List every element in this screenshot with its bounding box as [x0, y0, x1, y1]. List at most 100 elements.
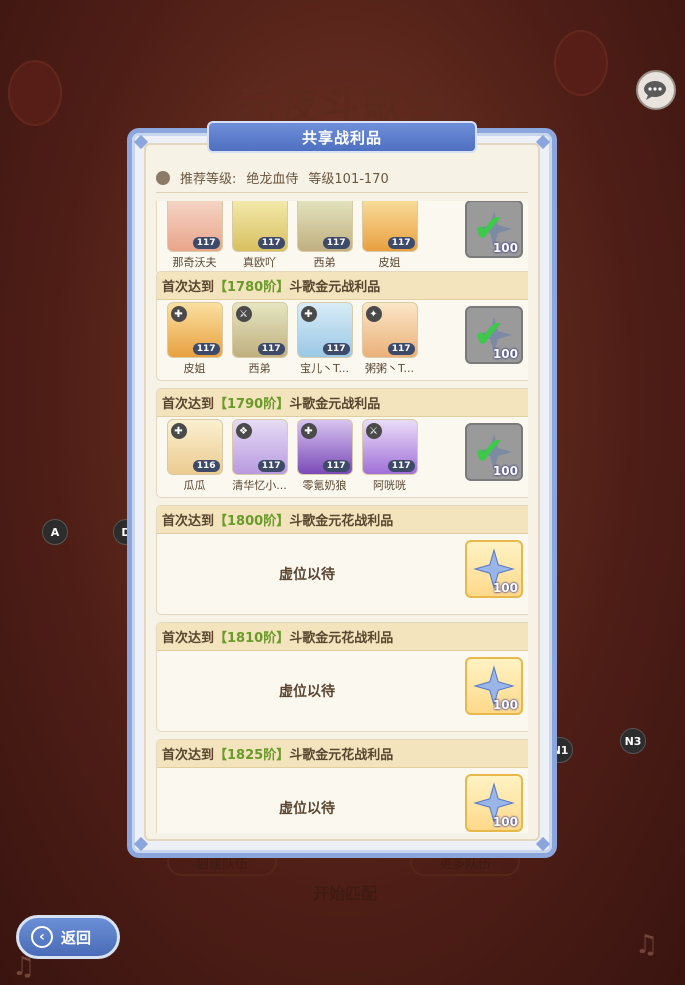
member-name: 西弟 [313, 256, 336, 269]
chat-button[interactable] [636, 70, 676, 110]
team-member[interactable]: 117 西弟 [295, 201, 354, 270]
map-marker-a[interactable]: A [42, 519, 68, 545]
tier-rank: 【1790阶】 [214, 397, 290, 412]
member-name: 宝儿丶T... [300, 362, 349, 375]
tier-rank: 【1825阶】 [214, 748, 290, 763]
loot-tier-card: 首次达到 【1810阶】 斗歌金元花战利品 虚位以待 100 [156, 622, 528, 732]
tier-rank: 【1780阶】 [214, 280, 290, 295]
team-member[interactable]: ✚ 117 皮姐 [165, 302, 224, 376]
header-prefix: 首次达到 [162, 397, 215, 412]
team-member[interactable]: ⚔ 117 西弟 [230, 302, 289, 376]
reward-item[interactable]: 100 [465, 774, 523, 832]
reward-quantity: 100 [492, 698, 518, 712]
avatar: ⚔ 117 [231, 302, 288, 358]
header-suffix: 斗歌金元战利品 [289, 280, 381, 295]
loot-tier-card: 117 那奇沃夫 117 真欧吖 117 西弟 117 皮姐 ✔ 100 [156, 201, 528, 275]
class-sword-icon: ⚔ [365, 423, 382, 439]
header-suffix: 斗歌金元战利品 [289, 397, 381, 412]
level-badge: 117 [322, 237, 350, 249]
level-badge: 117 [322, 460, 350, 472]
class-claw-icon: ❖ [235, 423, 252, 439]
team-member[interactable]: 117 那奇沃夫 [165, 201, 224, 270]
team-member[interactable]: ✦ 117 粥粥丶T... [360, 302, 419, 376]
moon-icon [156, 170, 170, 185]
team-member[interactable]: 117 皮姐 [360, 201, 419, 270]
start-match-button: 开始匹配 [312, 884, 377, 903]
loot-tier-card: 首次达到 【1790阶】 斗歌金元战利品 ✚ 116 瓜瓜 ❖ 117 清华忆小… [156, 388, 528, 498]
reward-item[interactable]: ✔ 100 [465, 201, 523, 258]
member-name: 清华忆小... [232, 479, 287, 492]
class-shield-icon: ✚ [170, 423, 187, 439]
member-name: 西弟 [248, 362, 271, 375]
avatar: ✚ 116 [166, 419, 223, 475]
reward-item[interactable]: 100 [465, 657, 523, 715]
vacancy-text: 虚位以待 [279, 801, 335, 817]
header-prefix: 首次达到 [162, 514, 215, 529]
avatar: 117 [231, 201, 288, 252]
team-member[interactable]: ❖ 117 清华忆小... [230, 419, 289, 493]
level-badge: 117 [257, 237, 285, 249]
dialog-content: 推荐等级: 绝龙血侍 等级101-170 117 那奇沃夫 117 真欧吖 11… [144, 143, 540, 841]
loot-tier-list[interactable]: 117 那奇沃夫 117 真欧吖 117 西弟 117 皮姐 ✔ 100 首次达… [156, 201, 528, 833]
member-name: 瓜瓜 [183, 479, 206, 492]
team-member[interactable]: ⚔ 117 阿咣咣 [360, 419, 419, 493]
reward-quantity: 100 [492, 347, 518, 361]
reward-quantity: 100 [492, 241, 518, 255]
header-suffix: 斗歌金元花战利品 [289, 631, 394, 646]
team-member[interactable]: ✚ 117 零氪奶狼 [295, 419, 354, 493]
avatar: 117 [361, 201, 418, 252]
level-badge: 117 [192, 237, 220, 249]
header-prefix: 首次达到 [162, 748, 215, 763]
vacancy-text: 虚位以待 [279, 684, 335, 700]
level-badge: 117 [192, 343, 220, 355]
avatar: ✦ 117 [361, 302, 418, 358]
recommended-label: 推荐等级: [180, 172, 237, 187]
class-shield-icon: ✚ [300, 306, 317, 322]
member-name: 粥粥丶T... [365, 362, 414, 375]
map-marker-n3[interactable]: N3 [620, 728, 646, 754]
level-badge: 116 [192, 460, 220, 472]
team-member[interactable]: 117 真欧吖 [230, 201, 289, 270]
avatar: ⚔ 117 [361, 419, 418, 475]
chat-bubbles-icon [644, 81, 666, 100]
level-badge: 117 [322, 343, 350, 355]
loot-tier-card: 首次达到 【1800阶】 斗歌金元花战利品 虚位以待 100 [156, 505, 528, 615]
avatar: ✚ 117 [166, 302, 223, 358]
back-arrow-icon: ‹ [31, 926, 53, 948]
recommended-levels: 等级101-170 [308, 172, 389, 187]
loot-tier-card: 首次达到 【1825阶】 斗歌金元花战利品 虚位以待 100 [156, 739, 528, 833]
member-name: 皮姐 [378, 256, 401, 269]
reward-item[interactable]: ✔ 100 [465, 306, 523, 364]
tier-header: 首次达到 【1780阶】 斗歌金元战利品 [157, 272, 528, 300]
header-prefix: 首次达到 [162, 631, 215, 646]
class-shield-icon: ✚ [300, 423, 317, 439]
level-badge: 117 [387, 237, 415, 249]
tier-header: 首次达到 【1800阶】 斗歌金元花战利品 [157, 506, 528, 534]
level-badge: 117 [387, 460, 415, 472]
team-member[interactable]: ✚ 116 瓜瓜 [165, 419, 224, 493]
loot-tier-card: 首次达到 【1780阶】 斗歌金元战利品 ✚ 117 皮姐 ⚔ 117 西弟 ✚… [156, 271, 528, 381]
avatar: ❖ 117 [231, 419, 288, 475]
class-star-icon: ✦ [365, 306, 382, 322]
reward-item[interactable]: ✔ 100 [465, 423, 523, 481]
member-name: 阿咣咣 [373, 479, 406, 492]
team-member[interactable]: ✚ 117 宝儿丶T... [295, 302, 354, 376]
tier-header: 首次达到 【1810阶】 斗歌金元花战利品 [157, 623, 528, 651]
recommended-level-row: 推荐等级: 绝龙血侍 等级101-170 [156, 163, 528, 193]
reward-quantity: 100 [492, 815, 518, 829]
avatar: 117 [166, 201, 223, 252]
music-note-icon: ♫ [635, 930, 659, 960]
tier-rank: 【1800阶】 [214, 514, 290, 529]
back-button[interactable]: ‹ 返回 [16, 915, 120, 959]
avatar: 117 [296, 201, 353, 252]
avatar: ✚ 117 [296, 419, 353, 475]
level-badge: 117 [257, 460, 285, 472]
class-sword-icon: ⚔ [235, 306, 252, 322]
vacancy-text: 虚位以待 [279, 567, 335, 583]
reward-quantity: 100 [492, 464, 518, 478]
tier-rank: 【1810阶】 [214, 631, 290, 646]
reward-item[interactable]: 100 [465, 540, 523, 598]
back-button-label: 返回 [61, 928, 92, 947]
class-shield-icon: ✚ [170, 306, 187, 322]
header-suffix: 斗歌金元花战利品 [289, 514, 394, 529]
